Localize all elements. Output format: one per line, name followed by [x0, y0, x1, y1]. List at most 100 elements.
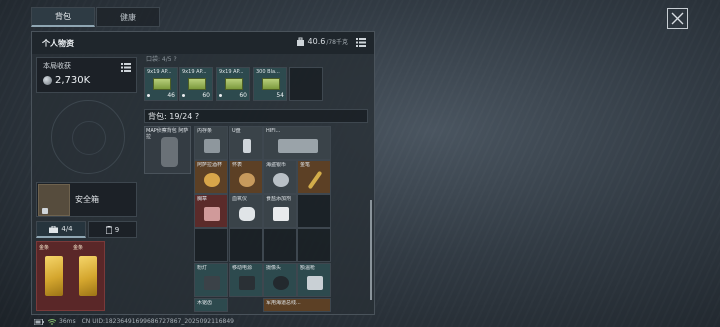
count-first-value: 4/4: [61, 225, 73, 233]
item-name: 金笔: [300, 162, 311, 168]
gold-label: 金条: [73, 245, 84, 251]
item-name: 血氧仪: [232, 196, 248, 202]
weight-icon: [296, 37, 304, 46]
backpack-header: 背包: 19/24 ?: [144, 109, 368, 123]
backpack-icon: [161, 137, 178, 167]
battery-icon: [34, 318, 44, 325]
gold-slot[interactable]: 金条: [37, 242, 71, 311]
pocket-slot[interactable]: 9x19 AP... 60: [216, 67, 250, 101]
item-name: 摄像头: [266, 265, 282, 271]
backpack-slot[interactable]: 胸章: [194, 194, 228, 228]
backpack-slot-empty[interactable]: [229, 228, 263, 262]
item-quantity: 54: [276, 92, 284, 99]
pocket-watch-icon: [239, 173, 255, 187]
backpack-slot[interactable]: 阿萨拉酒杯: [194, 160, 228, 194]
gold-bar-icon: [79, 256, 97, 296]
item-name: 9x19 AP...: [219, 69, 244, 75]
item-name: 怀表: [232, 162, 243, 168]
item-name: 9x19 AP...: [182, 69, 207, 75]
item-name: 胸章: [197, 196, 208, 202]
status-dot: [147, 94, 150, 97]
gold-slot[interactable]: 金条: [71, 242, 105, 311]
item-quantity: 46: [167, 92, 175, 99]
backpack-slot[interactable]: 额温枪: [297, 263, 331, 297]
backpack-slot[interactable]: 怀表: [229, 160, 263, 194]
item-name: 军用海道总线...: [266, 300, 301, 306]
weight-max: /78千克: [326, 39, 348, 46]
pocket-slot[interactable]: 9x19 AP... 60: [179, 67, 213, 101]
power-bank-icon: [239, 276, 255, 290]
backpack-slot[interactable]: 海盗银币: [263, 160, 297, 194]
backpack-slot[interactable]: 食盐添加剂: [263, 194, 297, 228]
badge-icon: [204, 207, 220, 221]
backpack-slot[interactable]: 军用海道总线...: [263, 298, 331, 312]
salt-box-icon: [273, 207, 289, 221]
income-amount: 2,730K: [55, 75, 91, 86]
close-button[interactable]: [667, 8, 688, 29]
item-name: 移动电源: [232, 265, 253, 271]
backpack-slot-empty[interactable]: [297, 194, 331, 228]
item-quantity: 60: [202, 92, 210, 99]
close-icon: [671, 12, 684, 25]
status-dot: [182, 94, 185, 97]
backpack-title: 背包: 19/24 ?: [148, 112, 200, 121]
status-bar: 36ms CN UID:18236491699686727867_2025092…: [34, 318, 240, 325]
count-tab-first[interactable]: 4/4: [36, 221, 86, 238]
panel-header: 个人物资 40.6 /78千克: [32, 32, 374, 54]
wifi-icon: [48, 318, 56, 325]
memory-stick-icon: [204, 139, 220, 153]
ammo-icon: [188, 78, 206, 90]
backpack-slot[interactable]: 粉灯: [194, 263, 228, 297]
faction-emblem: [51, 100, 125, 174]
count-second-value: 9: [114, 225, 120, 234]
item-name: 额温枪: [300, 265, 316, 271]
backpack-slot[interactable]: 摄像头: [263, 263, 297, 297]
pocket-slot[interactable]: 300 Bla... 54: [253, 67, 287, 101]
ping-value: 36ms: [59, 318, 76, 325]
income-box: 本局收获 2,730K: [36, 57, 137, 93]
ammo-icon: [153, 78, 171, 90]
pocket-slot-empty[interactable]: [289, 67, 323, 101]
backpack-slot[interactable]: U盘: [229, 126, 263, 160]
income-label: 本局收获: [43, 62, 71, 70]
weight-value: 40.6: [307, 37, 326, 46]
backpack-slot-empty[interactable]: [297, 228, 331, 262]
safe-box-label: 安全箱: [75, 195, 99, 204]
gold-bar-icon: [45, 256, 63, 296]
tab-health[interactable]: 健康: [96, 7, 160, 27]
item-name: U盘: [232, 128, 241, 134]
ammo-icon: [262, 78, 280, 90]
pocket-slot[interactable]: 9x19 AP... 46: [144, 67, 178, 101]
backpack-slot-empty[interactable]: [263, 228, 297, 262]
backpack-slot[interactable]: 内存条: [194, 126, 228, 160]
weight-indicator: 40.6 /78千克: [296, 37, 348, 46]
lock-icon: [42, 208, 48, 214]
top-tabs: 背包 健康: [31, 7, 160, 27]
item-name: 阿萨拉酒杯: [197, 162, 223, 168]
backpack-slot[interactable]: 血氧仪: [229, 194, 263, 228]
backpack-slot[interactable]: 木锯齿: [194, 298, 228, 312]
income-menu-icon[interactable]: [121, 63, 131, 72]
income-value: 2,730K: [43, 75, 90, 86]
flashlight-icon: [204, 276, 220, 290]
backpack-slot[interactable]: 移动电源: [229, 263, 263, 297]
scrollbar[interactable]: [370, 200, 372, 300]
item-name: 粉灯: [197, 265, 208, 271]
list-menu-icon[interactable]: [356, 38, 366, 47]
container-icon: [105, 225, 112, 234]
backpack-slot-empty[interactable]: [194, 228, 228, 262]
backpack-equipped-slot[interactable]: MAP侦察背包 阿萨拉: [144, 126, 191, 174]
item-name: 300 Bla...: [256, 69, 280, 75]
count-tab-second[interactable]: 9: [88, 221, 137, 238]
backpack-slot[interactable]: 金笔: [297, 160, 331, 194]
coin-icon: [273, 173, 289, 187]
camera-icon: [273, 276, 289, 290]
gold-label: 金条: [39, 245, 50, 251]
safe-box-icon: [38, 184, 70, 216]
pen-icon: [307, 170, 323, 190]
safe-box-slot[interactable]: 安全箱: [36, 182, 137, 217]
item-name: 木锯齿: [197, 300, 213, 306]
usb-icon: [243, 139, 251, 153]
backpack-slot[interactable]: HIFI...: [263, 126, 331, 160]
tab-backpack[interactable]: 背包: [31, 7, 95, 27]
